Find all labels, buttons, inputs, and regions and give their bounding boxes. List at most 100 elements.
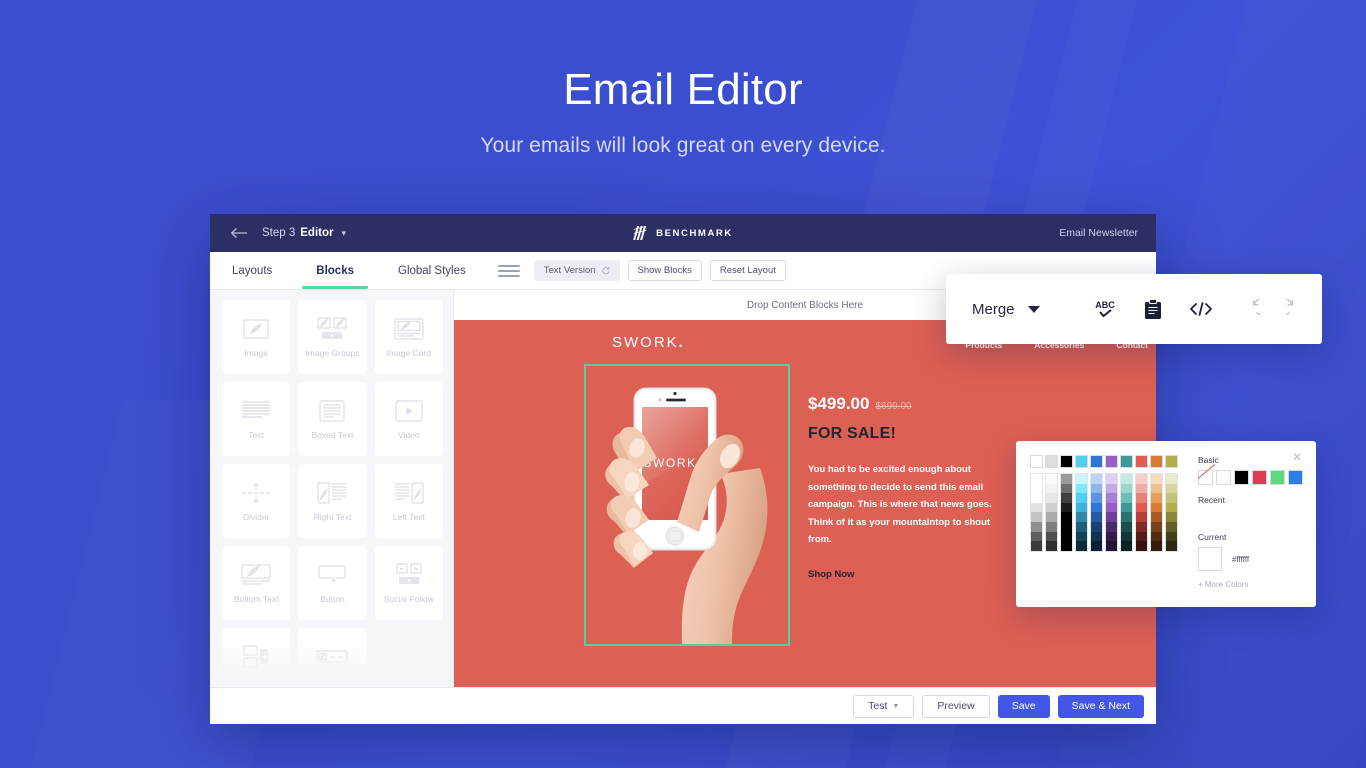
test-label: Test bbox=[868, 700, 888, 712]
recent-swatches bbox=[1198, 510, 1304, 532]
block-item-bottom-text[interactable]: Bottom Text bbox=[222, 546, 291, 620]
palette-swatch[interactable] bbox=[1150, 455, 1163, 468]
divider-icon bbox=[241, 480, 271, 506]
color-swatch-area bbox=[1030, 455, 1182, 595]
palette-ramp[interactable] bbox=[1030, 473, 1043, 552]
page-title: Email Editor bbox=[563, 65, 803, 114]
block-label: Image bbox=[244, 347, 268, 358]
palette-ramp[interactable] bbox=[1135, 473, 1148, 552]
basic-swatch[interactable] bbox=[1234, 470, 1249, 485]
caret-down-icon: ▼ bbox=[892, 702, 900, 710]
page-subtitle: Your emails will look great on every dev… bbox=[480, 134, 886, 158]
block-item-divider[interactable]: Divider bbox=[222, 464, 291, 538]
price-current: $499.00 bbox=[808, 394, 870, 413]
hand-phone-image: SWORK . bbox=[586, 366, 788, 644]
image-card-icon bbox=[394, 316, 424, 342]
tab-blocks[interactable]: Blocks bbox=[294, 252, 376, 289]
merge-label: Merge bbox=[972, 300, 1015, 318]
basic-swatches bbox=[1198, 470, 1304, 485]
email-logo-dot: . bbox=[678, 334, 685, 351]
block-item-image-card[interactable]: Image Card bbox=[374, 300, 443, 374]
spellcheck-abc-icon[interactable]: ABC bbox=[1092, 296, 1118, 322]
text-version-button[interactable]: Text Version bbox=[533, 260, 620, 281]
basic-swatch[interactable] bbox=[1216, 470, 1231, 485]
tab-layouts[interactable]: Layouts bbox=[210, 252, 294, 289]
current-color-swatch[interactable] bbox=[1198, 547, 1222, 571]
tab-global-styles[interactable]: Global Styles bbox=[376, 252, 488, 289]
basic-swatch[interactable] bbox=[1252, 470, 1267, 485]
palette-ramp[interactable] bbox=[1105, 473, 1118, 552]
blocks-grid: Image Image Groups Image Card Text Boxed… bbox=[222, 300, 443, 687]
block-label: Boxed Text bbox=[311, 429, 354, 440]
save-and-next-button[interactable]: Save & Next bbox=[1057, 694, 1144, 718]
palette-swatch[interactable] bbox=[1105, 455, 1118, 468]
app-topbar: Step 3 Editor ▾ BENCHMARK Email Newslett… bbox=[210, 214, 1156, 252]
palette-swatch[interactable] bbox=[1120, 455, 1133, 468]
test-button[interactable]: Test ▼ bbox=[853, 694, 915, 718]
block-item-left-text[interactable]: Left Text bbox=[374, 464, 443, 538]
price-row: $499.00 $699.00 bbox=[808, 394, 1020, 414]
block-item-navigation[interactable]: Navigation bbox=[298, 628, 367, 687]
shop-now-link[interactable]: Shop Now bbox=[808, 569, 1020, 580]
chevron-down-icon[interactable]: ▾ bbox=[341, 228, 346, 239]
email-image-block-selected[interactable]: SWORK . bbox=[584, 364, 790, 646]
block-label: Image Card bbox=[386, 347, 432, 358]
show-blocks-button[interactable]: Show Blocks bbox=[627, 260, 702, 281]
email-headline: FOR SALE! bbox=[808, 425, 897, 442]
block-item-image-groups[interactable]: Image Groups bbox=[298, 300, 367, 374]
palette-ramp[interactable] bbox=[1060, 473, 1073, 552]
palette-swatch[interactable] bbox=[1045, 455, 1058, 468]
basic-swatch[interactable] bbox=[1288, 470, 1303, 485]
block-item-boxed-text[interactable]: Boxed Text bbox=[298, 382, 367, 456]
more-colors-link[interactable]: + More Colors bbox=[1198, 580, 1304, 589]
email-text-block[interactable]: $499.00 $699.00 FOR SALE! You had to be … bbox=[790, 364, 1020, 646]
basic-swatch[interactable] bbox=[1270, 470, 1285, 485]
palette-swatch[interactable] bbox=[1075, 455, 1088, 468]
color-picker-details: ✕ Basic Recent Current #ffffff + More Co… bbox=[1182, 451, 1304, 595]
palette-swatch[interactable] bbox=[1135, 455, 1148, 468]
palette-swatch[interactable] bbox=[1030, 455, 1043, 468]
palette-ramp[interactable] bbox=[1120, 473, 1133, 552]
block-item-image[interactable]: Image bbox=[222, 300, 291, 374]
palette-swatch[interactable] bbox=[1060, 455, 1073, 468]
merge-toolbar: Merge ABC bbox=[946, 274, 1322, 344]
palette-ramp[interactable] bbox=[1045, 473, 1058, 552]
current-color-row: #ffffff bbox=[1198, 547, 1304, 571]
merge-dropdown[interactable]: Merge bbox=[972, 301, 1040, 318]
editor-body: Image Image Groups Image Card Text Boxed… bbox=[210, 290, 1156, 687]
code-brackets-icon[interactable] bbox=[1188, 296, 1214, 322]
palette-swatch[interactable] bbox=[1165, 455, 1178, 468]
blocks-panel[interactable]: Image Image Groups Image Card Text Boxed… bbox=[210, 290, 454, 687]
basic-swatch[interactable] bbox=[1198, 470, 1213, 485]
block-label: Bottom Text bbox=[233, 593, 279, 604]
social-share-icon bbox=[241, 644, 271, 670]
social-follow-icon bbox=[394, 562, 424, 588]
clipboard-paste-icon[interactable] bbox=[1140, 296, 1166, 322]
palette-ramp[interactable] bbox=[1075, 473, 1088, 552]
email-logo-text: SWORK bbox=[612, 334, 679, 351]
palette-ramp[interactable] bbox=[1150, 473, 1163, 552]
reset-layout-button[interactable]: Reset Layout bbox=[709, 260, 786, 281]
hamburger-icon[interactable] bbox=[497, 264, 520, 277]
block-item-text[interactable]: Text bbox=[222, 382, 291, 456]
redo-icon[interactable] bbox=[1284, 296, 1310, 322]
undo-icon[interactable] bbox=[1236, 296, 1262, 322]
palette-swatch[interactable] bbox=[1090, 455, 1103, 468]
block-item-button[interactable]: Button bbox=[298, 546, 367, 620]
block-item-right-text[interactable]: Right Text bbox=[298, 464, 367, 538]
palette-ramp[interactable] bbox=[1090, 473, 1103, 552]
block-item-video[interactable]: Video bbox=[374, 382, 443, 456]
arrow-left-icon[interactable] bbox=[228, 222, 250, 244]
preview-button[interactable]: Preview bbox=[922, 694, 990, 718]
close-icon[interactable]: ✕ bbox=[1292, 451, 1302, 463]
palette-ramp[interactable] bbox=[1165, 473, 1178, 552]
video-play-icon bbox=[395, 398, 423, 424]
brand-logo: BENCHMARK bbox=[633, 226, 733, 240]
block-item-social-share[interactable]: Social Share bbox=[222, 628, 291, 687]
palette-top-row bbox=[1030, 455, 1182, 468]
refresh-icon bbox=[601, 266, 609, 275]
block-label: Divider bbox=[242, 511, 270, 522]
step-indicator[interactable]: Step 3 Editor ▾ bbox=[262, 227, 346, 239]
block-item-social-follow[interactable]: Social Follow bbox=[374, 546, 443, 620]
save-button[interactable]: Save bbox=[997, 694, 1050, 718]
